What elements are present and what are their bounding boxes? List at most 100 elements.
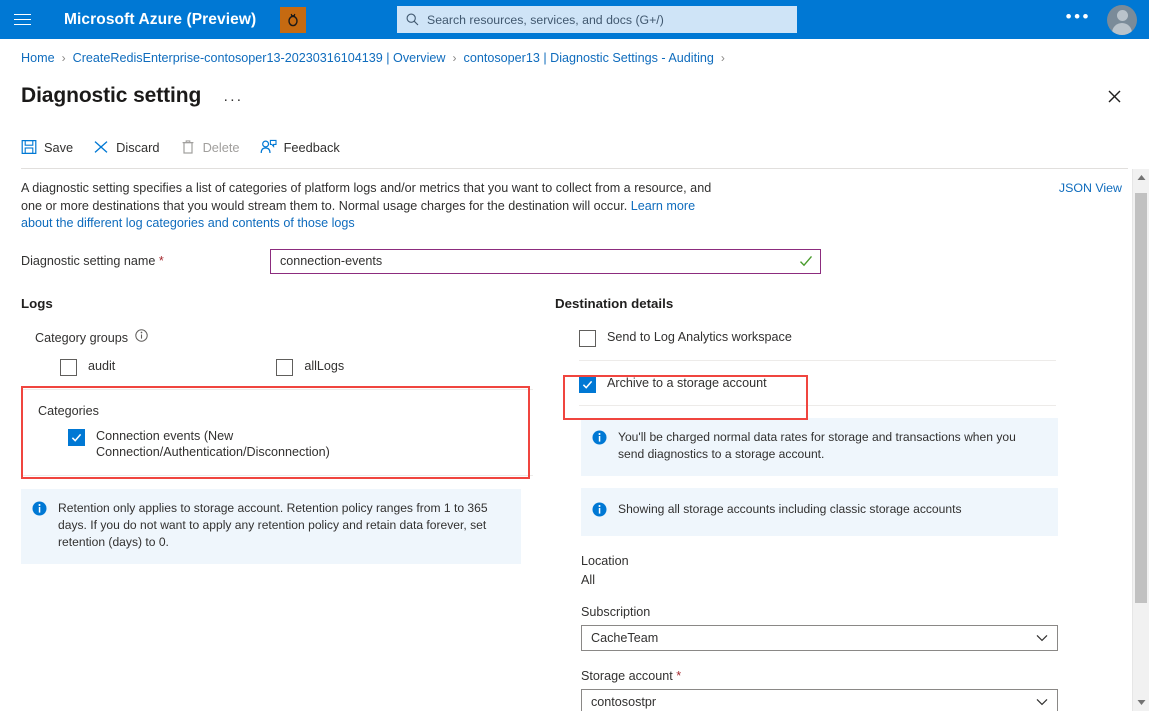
- checkmark-icon: [582, 379, 593, 390]
- bug-icon: [286, 12, 300, 27]
- storage-account-label: Storage account *: [581, 669, 1067, 683]
- checkbox-connection-events[interactable]: Connection events (New Connection/Authen…: [68, 428, 533, 461]
- logs-column: Logs Category groups audit: [21, 296, 533, 711]
- info-circle-icon: [592, 502, 607, 522]
- bug-report-button[interactable]: [280, 7, 306, 33]
- chevron-down-icon: [1036, 629, 1048, 647]
- checkbox-audit[interactable]: audit: [60, 358, 115, 376]
- category-groups-label: Category groups: [35, 331, 128, 345]
- checkmark-icon: [71, 432, 82, 443]
- checkmark-icon: [799, 254, 813, 273]
- breadcrumb-item-home[interactable]: Home: [21, 51, 55, 65]
- subscription-label: Subscription: [581, 605, 1067, 619]
- diagnostic-setting-name-label: Diagnostic setting name *: [21, 254, 270, 268]
- search-placeholder: Search resources, services, and docs (G+…: [427, 13, 664, 27]
- retention-info-text: Retention only applies to storage accoun…: [58, 500, 508, 551]
- diagnostic-setting-name-input[interactable]: [271, 250, 820, 273]
- name-label-text: Diagnostic setting name: [21, 254, 159, 268]
- global-top-bar: Microsoft Azure (Preview) Search resourc…: [0, 0, 1149, 39]
- diagnostic-setting-name-field[interactable]: [270, 249, 821, 274]
- required-asterisk: *: [676, 669, 681, 683]
- destination-divider-2: [579, 405, 1056, 406]
- location-label: Location: [581, 554, 1067, 568]
- checkbox-box: [60, 359, 77, 376]
- page-title: Diagnostic setting: [21, 84, 201, 108]
- showing-accounts-info-text: Showing all storage accounts including c…: [618, 501, 962, 522]
- info-circle-icon: [32, 501, 47, 551]
- checkbox-label: audit: [88, 358, 115, 375]
- storage-account-select[interactable]: contosostpr: [581, 689, 1058, 711]
- caret-up-icon: [1137, 174, 1146, 181]
- storage-account-value: contosostpr: [591, 695, 656, 709]
- close-icon: [1108, 90, 1121, 103]
- caret-down-icon: [1137, 699, 1146, 706]
- breadcrumb-separator: ›: [62, 51, 66, 65]
- checkbox-archive-to-storage-account[interactable]: Archive to a storage account: [579, 375, 1067, 393]
- diagnostic-setting-form: JSON View A diagnostic setting specifies…: [0, 169, 1149, 711]
- breadcrumb-item-deployment[interactable]: CreateRedisEnterprise-contosoper13-20230…: [73, 51, 446, 65]
- delete-label: Delete: [203, 140, 240, 155]
- top-bar-more-button[interactable]: •••: [1058, 12, 1099, 22]
- checkbox-label: Connection events (New Connection/Authen…: [96, 428, 396, 461]
- checkbox-alllogs[interactable]: allLogs: [276, 358, 344, 376]
- checkbox-label: Send to Log Analytics workspace: [607, 329, 792, 346]
- categories-top-divider: [23, 389, 533, 390]
- delete-button: Delete: [180, 139, 240, 155]
- info-circle-icon[interactable]: [135, 329, 148, 347]
- destination-column: Destination details Send to Log Analytic…: [555, 296, 1067, 711]
- vertical-scrollbar[interactable]: [1132, 169, 1149, 711]
- json-view-link[interactable]: JSON View: [1059, 181, 1122, 195]
- discard-label: Discard: [116, 140, 159, 155]
- avatar[interactable]: [1107, 5, 1137, 35]
- intro-description: A diagnostic setting specifies a list of…: [21, 180, 721, 233]
- azure-brand-title[interactable]: Microsoft Azure (Preview): [64, 11, 256, 29]
- retention-info-box: Retention only applies to storage accoun…: [21, 489, 521, 564]
- checkbox-send-to-log-analytics[interactable]: Send to Log Analytics workspace: [579, 329, 1067, 347]
- diagnostic-setting-name-row: Diagnostic setting name *: [21, 249, 1128, 274]
- checkbox-box: [276, 359, 293, 376]
- breadcrumb-separator: ›: [453, 51, 457, 65]
- category-groups-header: Category groups: [35, 329, 533, 347]
- required-asterisk: *: [159, 254, 164, 268]
- location-value: All: [581, 573, 1067, 587]
- form-columns: Logs Category groups audit: [21, 296, 1128, 711]
- categories-section: Categories Connection events (New Connec…: [21, 389, 533, 476]
- breadcrumb: Home › CreateRedisEnterprise-contosoper1…: [0, 39, 1149, 76]
- page-more-button[interactable]: ···: [223, 91, 243, 108]
- scrollbar-up-button[interactable]: [1133, 169, 1149, 186]
- global-search-box[interactable]: Search resources, services, and docs (G+…: [397, 6, 797, 33]
- checkbox-box: [68, 429, 85, 446]
- logs-section-title: Logs: [21, 296, 533, 311]
- checkbox-label: Archive to a storage account: [607, 375, 767, 392]
- subscription-select[interactable]: CacheTeam: [581, 625, 1058, 651]
- showing-accounts-info-box: Showing all storage accounts including c…: [581, 488, 1058, 536]
- save-button[interactable]: Save: [21, 139, 73, 155]
- breadcrumb-separator: ›: [721, 51, 725, 65]
- save-disk-icon: [21, 139, 37, 155]
- storage-account-label-text: Storage account: [581, 669, 676, 683]
- x-icon: [93, 139, 109, 155]
- chevron-down-icon: [1036, 693, 1048, 711]
- feedback-button[interactable]: Feedback: [260, 139, 340, 155]
- trash-icon: [180, 139, 196, 155]
- discard-button[interactable]: Discard: [93, 139, 159, 155]
- info-circle-icon: [592, 430, 607, 463]
- search-icon: [406, 13, 419, 26]
- scrollbar-thumb[interactable]: [1135, 193, 1147, 603]
- storage-charges-info-text: You'll be charged normal data rates for …: [618, 429, 1045, 463]
- scrollbar-down-button[interactable]: [1133, 694, 1149, 711]
- intro-text: A diagnostic setting specifies a list of…: [21, 181, 711, 213]
- feedback-label: Feedback: [284, 140, 340, 155]
- person-feedback-icon: [260, 139, 277, 155]
- category-groups-checkboxes: audit allLogs: [60, 358, 533, 376]
- destination-section-title: Destination details: [555, 296, 1067, 311]
- categories-bottom-divider: [23, 475, 533, 476]
- breadcrumb-item-diagnostic-settings[interactable]: contosoper13 | Diagnostic Settings - Aud…: [464, 51, 714, 65]
- destination-divider-1: [579, 360, 1056, 361]
- checkbox-box: [579, 376, 596, 393]
- hamburger-menu-button[interactable]: [0, 0, 44, 39]
- close-blade-button[interactable]: [1101, 83, 1127, 109]
- subscription-value: CacheTeam: [591, 631, 658, 645]
- checkbox-label: allLogs: [304, 358, 344, 375]
- command-bar: Save Discard Delete Fee: [0, 129, 1149, 165]
